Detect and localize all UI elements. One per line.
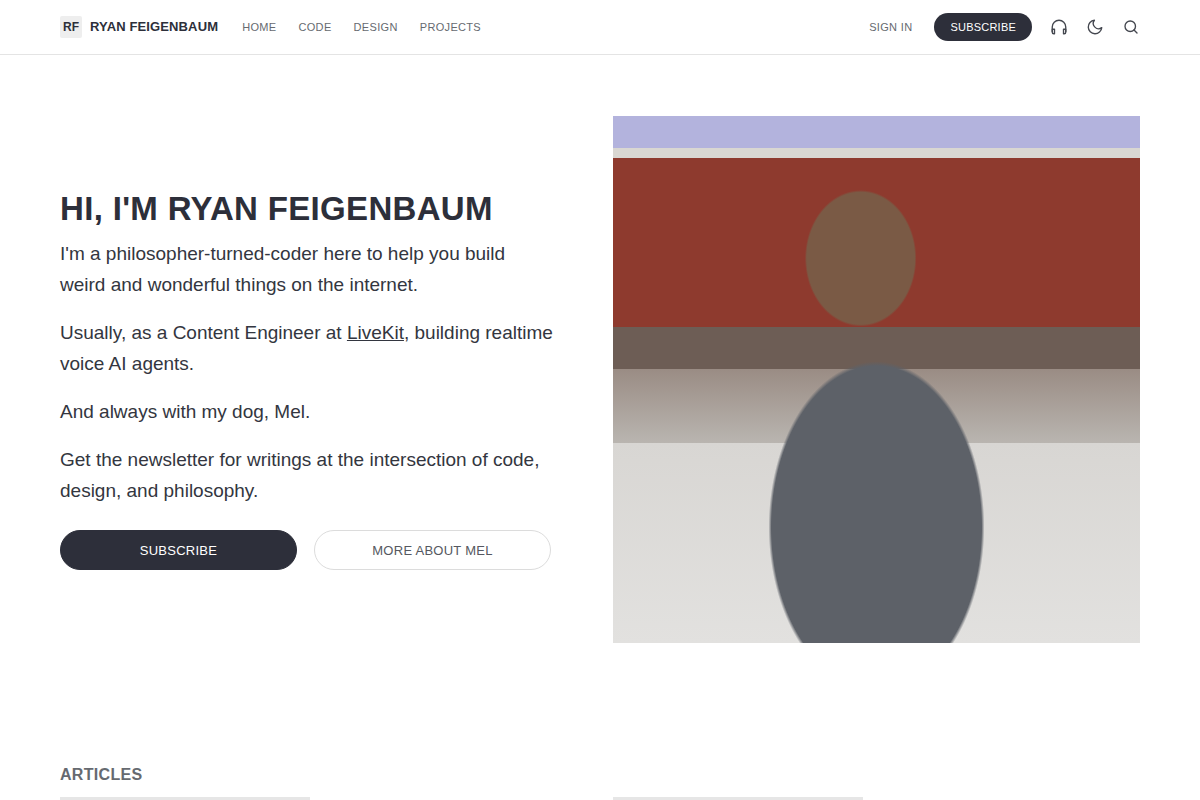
articles-heading: ARTICLES [60, 765, 1140, 784]
article-cards [60, 797, 1140, 800]
search-icon[interactable] [1122, 18, 1140, 36]
subscribe-button[interactable]: SUBSCRIBE [934, 13, 1032, 42]
sign-in-link[interactable]: SIGN IN [869, 19, 912, 36]
moon-icon[interactable] [1086, 18, 1104, 36]
hero-text: HI, I'M RYAN FEIGENBAUM I'm a philosopher… [60, 189, 553, 571]
hero-paragraph: I'm a philosopher-turned-coder here to h… [60, 238, 553, 300]
nav-link[interactable]: CODE [298, 19, 331, 36]
hero-photo [613, 116, 1140, 643]
nav-link[interactable]: HOME [242, 19, 276, 36]
hero-paragraph: Usually, as a Content Engineer at LiveKi… [60, 317, 553, 379]
paragraph-text: I'm a philosopher-turned-coder here to h… [60, 243, 505, 295]
brand-link[interactable]: RF RYAN FEIGENBAUM [60, 16, 218, 38]
article-card[interactable] [613, 797, 863, 800]
headphones-icon[interactable] [1050, 18, 1068, 36]
hero-section: HI, I'M RYAN FEIGENBAUM I'm a philosopher… [60, 116, 1140, 643]
paragraph-text: And always with my dog, Mel. [60, 401, 310, 422]
more-about-button[interactable]: MORE ABOUT MEL [314, 530, 551, 570]
nav-link[interactable]: DESIGN [354, 19, 398, 36]
nav-links: HOME CODE DESIGN PROJECTS [242, 19, 481, 36]
top-navbar: RF RYAN FEIGENBAUM HOME CODE DESIGN PROJECTS S… [0, 0, 1200, 55]
article-card[interactable] [60, 797, 310, 800]
paragraph-text: Usually, as a Content Engineer at [60, 322, 347, 343]
brand-name: RYAN FEIGENBAUM [90, 17, 218, 37]
navbar-left: RF RYAN FEIGENBAUM HOME CODE DESIGN PROJECTS [60, 16, 481, 38]
articles-section: ARTICLES [60, 765, 1140, 800]
navbar-inner: RF RYAN FEIGENBAUM HOME CODE DESIGN PROJECTS S… [60, 13, 1140, 42]
nav-link[interactable]: PROJECTS [420, 19, 481, 36]
navbar-right: SIGN IN SUBSCRIBE [869, 13, 1140, 42]
hero-paragraph: And always with my dog, Mel. [60, 396, 553, 427]
subscribe-button[interactable]: SUBSCRIBE [60, 530, 297, 570]
hero-title: HI, I'M RYAN FEIGENBAUM [60, 189, 553, 229]
paragraph-text: Get the newsletter for writings at the i… [60, 449, 539, 501]
hero-paragraph: Get the newsletter for writings at the i… [60, 444, 553, 506]
hero-buttons: SUBSCRIBE MORE ABOUT MEL [60, 530, 553, 570]
logo-badge: RF [60, 16, 82, 38]
inline-link[interactable]: LiveKit [347, 322, 404, 343]
